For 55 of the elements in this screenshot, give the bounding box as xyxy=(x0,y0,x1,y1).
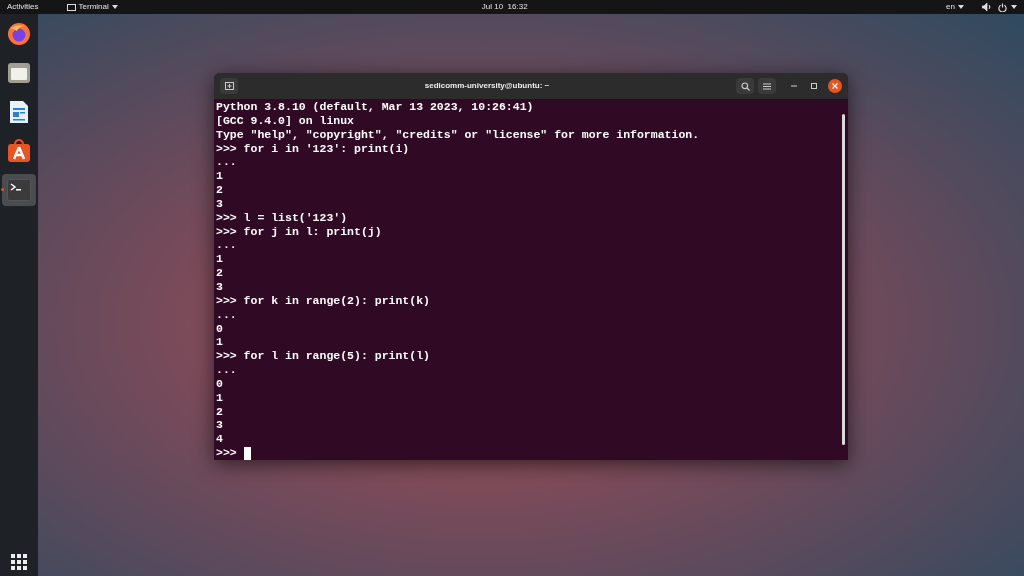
activities-button[interactable]: Activities xyxy=(7,1,39,13)
terminal-line: 2 xyxy=(216,404,223,419)
terminal-line: >>> l = list('123') xyxy=(216,210,348,225)
terminal-line: 3 xyxy=(216,418,223,433)
new-tab-icon xyxy=(224,82,234,90)
clock[interactable]: Jul 10 16:32 xyxy=(481,1,528,13)
menu-icon xyxy=(763,82,771,90)
search-button[interactable] xyxy=(736,78,754,94)
volume-icon[interactable] xyxy=(982,3,992,11)
terminal-line: >>> for j in l: print(j) xyxy=(216,224,382,239)
folder-icon xyxy=(7,61,31,85)
language-menu[interactable]: en xyxy=(946,1,964,13)
terminal-line: 1 xyxy=(216,390,223,405)
prompt: >>> xyxy=(216,446,237,460)
menu-button[interactable] xyxy=(758,78,776,94)
terminal-line: ... xyxy=(216,307,237,322)
terminal-line: Type "help", "copyright", "credits" or "license" for more information. xyxy=(216,127,700,142)
terminal-line: 1 xyxy=(216,252,223,267)
close-button[interactable] xyxy=(828,79,842,93)
document-icon xyxy=(9,100,29,124)
terminal-line: 4 xyxy=(216,432,223,447)
terminal-line: 3 xyxy=(216,196,223,211)
power-icon[interactable] xyxy=(998,2,1007,12)
terminal-line: 1 xyxy=(216,169,223,184)
terminal-icon xyxy=(7,179,31,201)
app-menu[interactable]: Terminal xyxy=(66,1,118,13)
text-cursor xyxy=(243,446,251,460)
search-icon xyxy=(740,81,750,91)
terminal-line: [GCC 9.4.0] on linux xyxy=(216,113,355,128)
terminal-line: >>> for l in range(5): print(l) xyxy=(216,349,430,364)
close-icon xyxy=(832,83,838,89)
shopping-bag-icon xyxy=(7,139,31,163)
terminal-line: 0 xyxy=(216,376,223,391)
terminal-line: 0 xyxy=(216,321,223,336)
terminal-line: ... xyxy=(216,363,237,377)
window-icon xyxy=(66,3,76,11)
terminal-line: ... xyxy=(216,238,237,253)
new-tab-button[interactable] xyxy=(220,78,238,94)
caret-icon xyxy=(111,5,118,9)
terminal-line: 2 xyxy=(216,266,223,280)
minimize-icon xyxy=(791,85,797,87)
maximize-icon xyxy=(811,83,817,89)
scrollbar[interactable] xyxy=(842,114,845,445)
browser-icon xyxy=(7,22,31,46)
app-grid-icon[interactable] xyxy=(11,554,27,570)
terminal-line: 3 xyxy=(216,279,223,294)
terminal-line: >>> for k in range(2): print(k) xyxy=(216,293,430,308)
terminal-line: ... xyxy=(216,155,237,170)
window-title: sedicomm-university@ubuntu: ~ xyxy=(423,80,551,92)
caret-icon[interactable] xyxy=(1011,5,1017,9)
terminal-line: 2 xyxy=(216,183,223,197)
caret-icon xyxy=(958,5,964,9)
terminal-line: 1 xyxy=(216,335,223,350)
terminal-line: >>> for i in '123': print(i) xyxy=(216,141,410,156)
terminal-line: Python 3.8.10 (default, Mar 13 2023, 10:26:41) xyxy=(216,100,534,114)
